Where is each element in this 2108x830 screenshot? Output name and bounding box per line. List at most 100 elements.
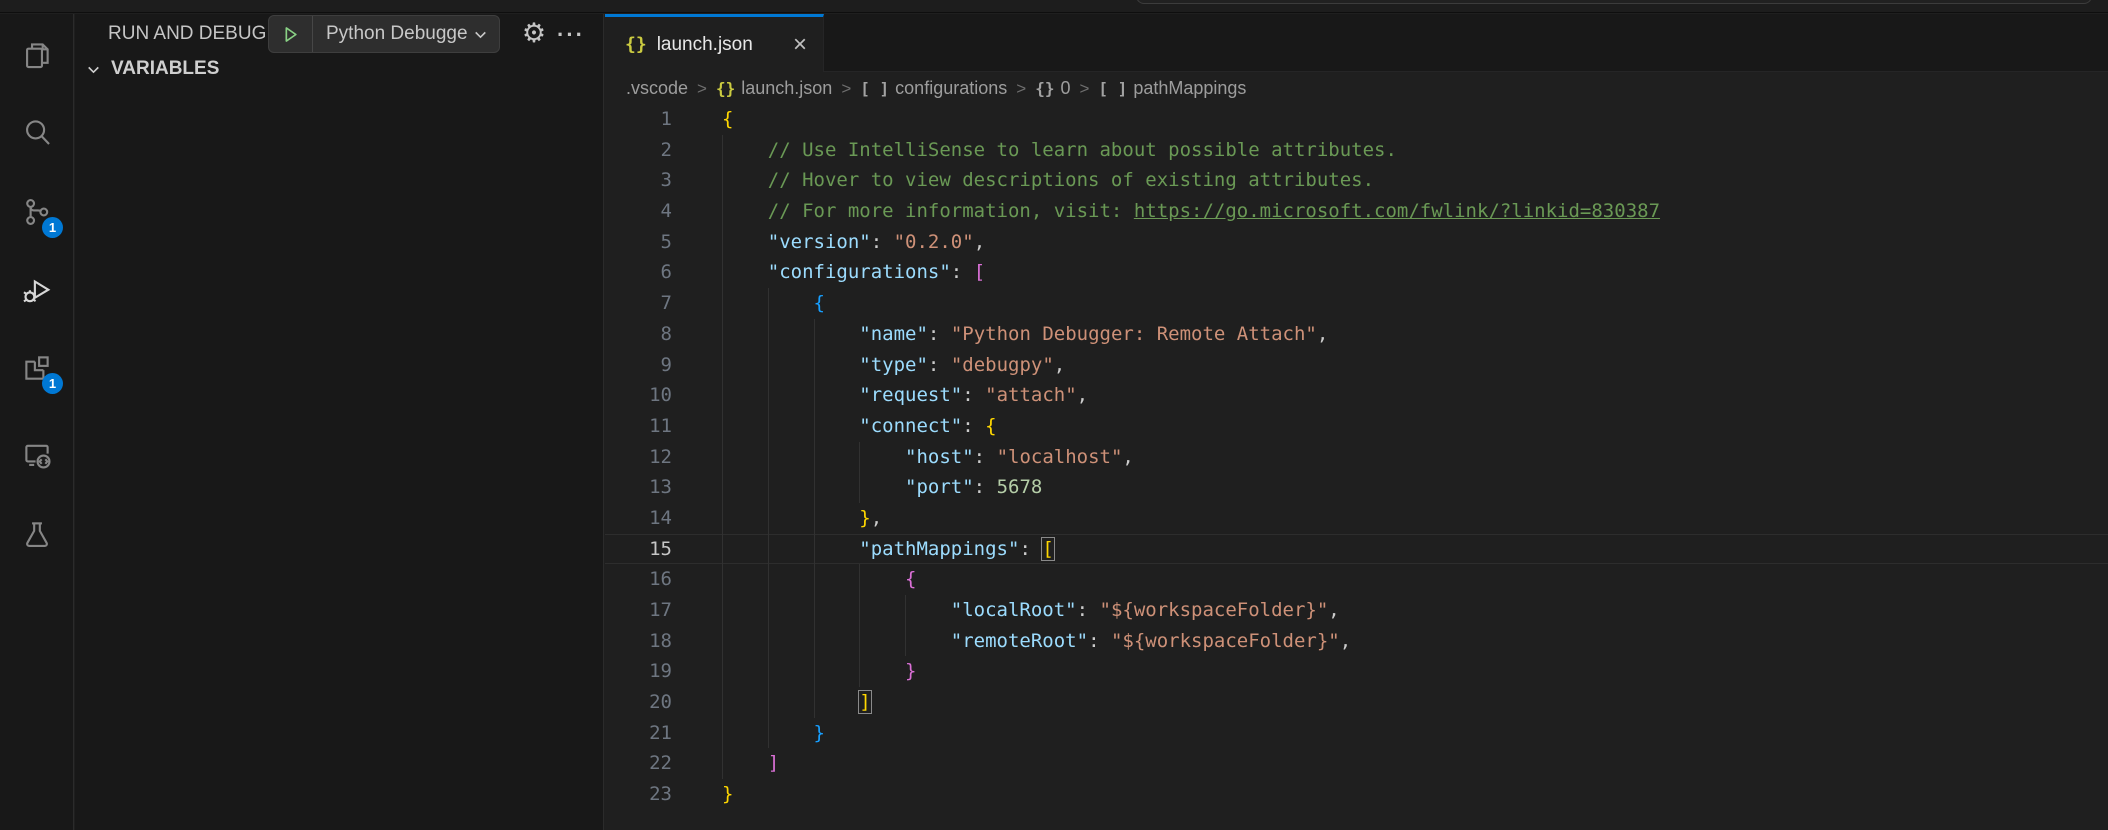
line-number[interactable]: 3 — [605, 165, 672, 196]
code-area[interactable]: 1{2 // Use IntelliSense to learn about p… — [605, 104, 2108, 810]
variables-section-header[interactable]: VARIABLES — [85, 56, 219, 82]
code-token: ] — [858, 690, 872, 715]
code-token: : — [962, 414, 986, 437]
line-content: "connect": { — [722, 411, 996, 442]
line-number[interactable]: 2 — [605, 135, 672, 166]
line-content: { — [722, 564, 916, 595]
breadcrumb-separator: > — [1016, 78, 1027, 98]
line-number[interactable]: 10 — [605, 380, 672, 411]
breadcrumb-item-launch-json[interactable]: {} launch.json — [716, 78, 832, 99]
line-number[interactable]: 9 — [605, 350, 672, 381]
line-content: { — [722, 104, 733, 135]
code-line: 13 "port": 5678 — [605, 472, 2108, 503]
code-token: [ — [973, 261, 986, 284]
activity-item-remote-explorer[interactable] — [17, 435, 57, 475]
line-number[interactable]: 15 — [605, 534, 672, 565]
start-debugging-button[interactable] — [269, 16, 313, 52]
close-tab-icon[interactable]: × — [793, 32, 807, 57]
search-icon — [26, 120, 50, 145]
code-line: 20 ] — [605, 687, 2108, 718]
line-number[interactable]: 16 — [605, 564, 672, 595]
gear-icon[interactable]: ⚙ — [519, 18, 549, 49]
line-number[interactable]: 20 — [605, 687, 672, 718]
code-token: , — [870, 506, 883, 529]
activity-item-source-control[interactable]: 1 — [17, 192, 63, 238]
code-token: // Hover to view descriptions of existin… — [767, 169, 1375, 192]
json-file-icon: {} — [625, 34, 647, 55]
code-token: "localhost" — [996, 445, 1123, 468]
code-token: { — [722, 108, 734, 130]
command-center[interactable] — [1136, 0, 2092, 4]
code-token: : — [973, 476, 997, 499]
line-content: "type": "debugpy", — [722, 350, 1065, 381]
line-number[interactable]: 6 — [605, 257, 672, 288]
code-token: // For more information, visit: — [767, 200, 1134, 223]
line-number[interactable]: 1 — [605, 104, 672, 135]
breadcrumb-separator: > — [841, 78, 852, 98]
line-content: "remoteRoot": "${workspaceFolder}", — [722, 626, 1351, 657]
code-line: 6 "configurations": [ — [605, 257, 2108, 289]
line-content: } — [722, 656, 916, 687]
activity-item-search[interactable] — [17, 112, 57, 152]
line-number[interactable]: 23 — [605, 779, 672, 810]
activity-item-extensions[interactable]: 1 — [17, 348, 63, 394]
tab-launch-json[interactable]: {} launch.json × — [605, 14, 824, 72]
line-number[interactable]: 17 — [605, 595, 672, 626]
line-number[interactable]: 7 — [605, 288, 672, 319]
debug-config-picker[interactable]: Python Debugge — [268, 15, 500, 53]
code-token: "host" — [905, 445, 974, 468]
code-token: "name" — [859, 322, 928, 345]
breadcrumb-item--vscode[interactable]: .vscode — [626, 78, 688, 99]
code-line: 5 "version": "0.2.0", — [605, 226, 2108, 258]
line-content: } — [722, 718, 825, 749]
files-icon — [26, 43, 49, 69]
line-number[interactable]: 4 — [605, 196, 672, 227]
line-number[interactable]: 18 — [605, 626, 672, 657]
activity-item-run-and-debug[interactable] — [17, 270, 57, 310]
code-token: "0.2.0" — [893, 230, 974, 253]
tab-label: launch.json — [656, 33, 753, 55]
code-token: , — [1316, 322, 1329, 345]
line-number[interactable]: 19 — [605, 656, 672, 687]
code-token: : — [870, 230, 894, 253]
activity-item-explorer[interactable] — [17, 35, 57, 75]
breadcrumb-item-0[interactable]: {} 0 — [1035, 78, 1070, 99]
code-token: "Python Debugger: Remote Attach" — [950, 322, 1317, 345]
line-number[interactable]: 8 — [605, 319, 672, 350]
editor-group: {} launch.json × .vscode > {} launch.json > [… — [605, 14, 2108, 830]
tab-bar: {} launch.json × — [605, 14, 2108, 72]
line-number[interactable]: 21 — [605, 718, 672, 749]
line-number[interactable]: 5 — [605, 227, 672, 258]
activity-item-testing[interactable] — [17, 514, 57, 554]
code-token: : — [973, 445, 997, 468]
line-content: "localRoot": "${workspaceFolder}", — [722, 595, 1340, 626]
line-number[interactable]: 14 — [605, 503, 672, 534]
more-actions-icon[interactable]: ··· — [557, 22, 585, 48]
line-content: "pathMappings": [ — [722, 534, 1055, 565]
code-token: "type" — [859, 353, 928, 376]
breadcrumb-item-configurations[interactable]: [ ] configurations — [860, 78, 1007, 99]
code-line: 18 "remoteRoot": "${workspaceFolder}", — [605, 625, 2108, 657]
line-number[interactable]: 12 — [605, 442, 672, 473]
line-content: "version": "0.2.0", — [722, 227, 985, 258]
code-token: , — [973, 230, 986, 253]
breadcrumb-label: launch.json — [741, 78, 833, 98]
line-content: "host": "localhost", — [722, 442, 1134, 473]
line-number[interactable]: 13 — [605, 472, 672, 503]
line-number[interactable]: 11 — [605, 411, 672, 442]
code-token: } — [813, 721, 825, 744]
breadcrumb-item-pathMappings[interactable]: [ ] pathMappings — [1098, 78, 1246, 99]
code-token: : — [927, 322, 951, 345]
line-number[interactable]: 22 — [605, 748, 672, 779]
chevron-down-icon — [475, 31, 486, 38]
